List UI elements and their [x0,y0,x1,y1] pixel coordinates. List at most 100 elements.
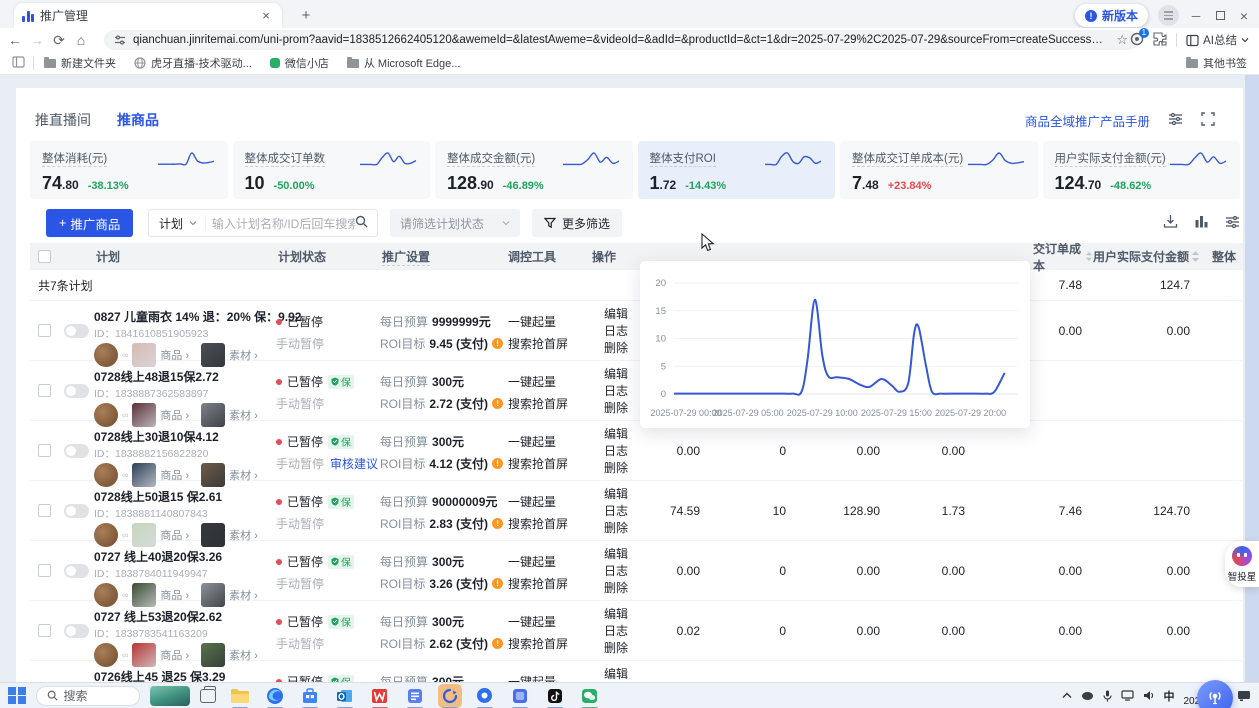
tool-link[interactable]: 搜索抢首屏 [508,635,590,652]
tool-link[interactable]: 一键起量 [508,433,590,450]
bookmark-item[interactable]: 新建文件夹 [44,55,116,71]
plan-toggle[interactable] [64,504,89,518]
tab-live-room[interactable]: 推直播间 [35,110,91,130]
op-link[interactable]: 编辑 [604,666,648,682]
plan-search-input[interactable]: 输入计划名称/ID后回车搜索 [206,215,355,232]
bookmark-item[interactable]: 虎牙直播-技术驱动... [134,55,252,71]
tray-network-icon[interactable] [1121,690,1134,701]
wps-office-taskbar-icon[interactable] [368,684,392,708]
plan-status-select[interactable]: 请筛选计划状态 [390,209,520,237]
notification-center-icon[interactable] [1237,690,1251,702]
op-link[interactable]: 日志 [604,443,648,460]
tool-link[interactable]: 搜索抢首屏 [508,515,590,532]
stat-card[interactable]: 整体成交订单成本(元)7.48+23.84% [840,141,1038,199]
wechat-taskbar-icon[interactable] [578,684,602,708]
qianchuan-active-app-taskbar-icon[interactable] [438,684,462,708]
tool-link[interactable]: 一键起量 [508,613,590,630]
op-link[interactable]: 删除 [604,460,648,477]
window-maximize-button[interactable] [1213,9,1227,23]
blue-circle-app-taskbar-icon[interactable] [473,684,497,708]
window-minimize-button[interactable]: ─ [1189,9,1203,23]
row-checkbox[interactable] [38,564,51,577]
table-settings-icon[interactable] [1225,215,1240,232]
review-suggestion-link[interactable]: 审核建议 [330,455,378,472]
row-checkbox[interactable] [38,384,51,397]
op-link[interactable]: 日志 [604,623,648,640]
tray-chevron-icon[interactable] [1062,692,1072,699]
plan-toggle[interactable] [64,444,89,458]
reload-button[interactable]: ⟳ [48,32,70,49]
back-button[interactable]: ← [4,32,26,48]
op-link[interactable]: 删除 [604,520,648,537]
row-checkbox[interactable] [38,624,51,637]
ai-summary-button[interactable]: AI总结 [1186,32,1249,48]
op-link[interactable]: 编辑 [604,606,648,623]
home-button[interactable]: ⌂ [70,32,92,48]
tray-microphone-icon[interactable] [1103,690,1112,702]
search-icon[interactable] [355,215,377,231]
widgets-weather-thumbnail[interactable] [150,686,190,706]
microsoft-store-taskbar-icon[interactable] [298,684,322,708]
stat-card[interactable]: 整体成交订单数10-50.00% [233,141,431,199]
bookmark-item[interactable]: 微信小店 [270,55,329,71]
plan-toggle[interactable] [64,384,89,398]
fullscreen-icon[interactable] [1201,112,1215,129]
op-link[interactable]: 日志 [604,563,648,580]
browser-profile-avatar[interactable] [1158,5,1179,26]
op-link[interactable]: 编辑 [604,426,648,443]
tray-mouse-icon[interactable] [1081,691,1094,701]
zhitouxing-float-widget[interactable]: 智投星 [1225,541,1259,587]
search-type-select[interactable]: 计划 [149,215,205,232]
blue-tile-app-taskbar-icon[interactable] [508,684,532,708]
tool-link[interactable]: 搜索抢首屏 [508,395,590,412]
task-view-button[interactable] [200,689,216,703]
tab-close-icon[interactable]: × [258,8,274,23]
stat-card[interactable]: 用户实际支付金额(元)124.70-48.62% [1043,141,1241,199]
promote-product-button[interactable]: + 推广商品 [46,209,133,237]
outlook-taskbar-icon[interactable] [333,684,357,708]
file-explorer-taskbar-icon[interactable] [228,684,252,708]
row-checkbox[interactable] [38,324,51,337]
tiktok-douyin-taskbar-icon[interactable] [543,684,567,708]
op-link[interactable]: 编辑 [604,486,648,503]
new-tab-button[interactable]: + [296,6,316,26]
tool-link[interactable]: 一键起量 [508,313,590,330]
stat-card[interactable]: 整体支付ROI1.72-14.43% [638,141,836,199]
page-scroll-strip[interactable] [1245,75,1259,682]
window-close-button[interactable]: × [1237,8,1251,24]
bookmark-star-icon[interactable]: ☆ [1116,32,1128,48]
broadcast-float-button[interactable] [1197,680,1233,708]
extension-update-icon[interactable]: 1 [1130,32,1144,49]
forward-button[interactable]: → [26,32,48,48]
columns-icon[interactable] [1194,214,1209,232]
other-bookmarks-button[interactable]: 其他书签 [1186,55,1247,71]
op-link[interactable]: 编辑 [604,546,648,563]
bookmark-item[interactable]: 从 Microsoft Edge... [347,55,461,71]
tray-volume-icon[interactable] [1143,690,1155,701]
tool-link[interactable]: 一键起量 [508,553,590,570]
row-checkbox[interactable] [38,444,51,457]
plan-toggle[interactable] [64,324,89,338]
extensions-puzzle-icon[interactable] [1153,32,1167,49]
stat-card[interactable]: 整体成交金额(元)128.90-46.89% [435,141,633,199]
plan-toggle[interactable] [64,624,89,638]
start-button[interactable] [8,687,26,705]
tool-link[interactable]: 搜索抢首屏 [508,575,590,592]
taskbar-search[interactable]: 搜索 [36,686,140,706]
url-field[interactable]: qianchuan.jinritemai.com/uni-prom?aavid=… [104,30,1138,50]
op-link[interactable]: 日志 [604,503,648,520]
display-settings-icon[interactable] [1168,112,1183,129]
tab-product[interactable]: 推商品 [117,110,159,130]
ime-indicator[interactable]: 中 [1164,688,1175,704]
header-cell[interactable]: 用户实际支付金额 [1092,248,1200,265]
product-manual-link[interactable]: 商品全域推广产品手册 [1025,111,1150,130]
tool-link[interactable]: 一键起量 [508,493,590,510]
row-checkbox[interactable] [38,504,51,517]
tool-link[interactable]: 一键起量 [508,373,590,390]
tool-link[interactable]: 一键起量 [508,673,590,682]
export-icon[interactable] [1163,214,1178,232]
new-version-button[interactable]: ! 新版本 [1075,4,1148,27]
browser-tab[interactable]: 推广管理 × [14,3,282,28]
edge-browser-taskbar-icon[interactable] [263,684,287,708]
side-panel-toggle-icon[interactable] [12,56,25,71]
